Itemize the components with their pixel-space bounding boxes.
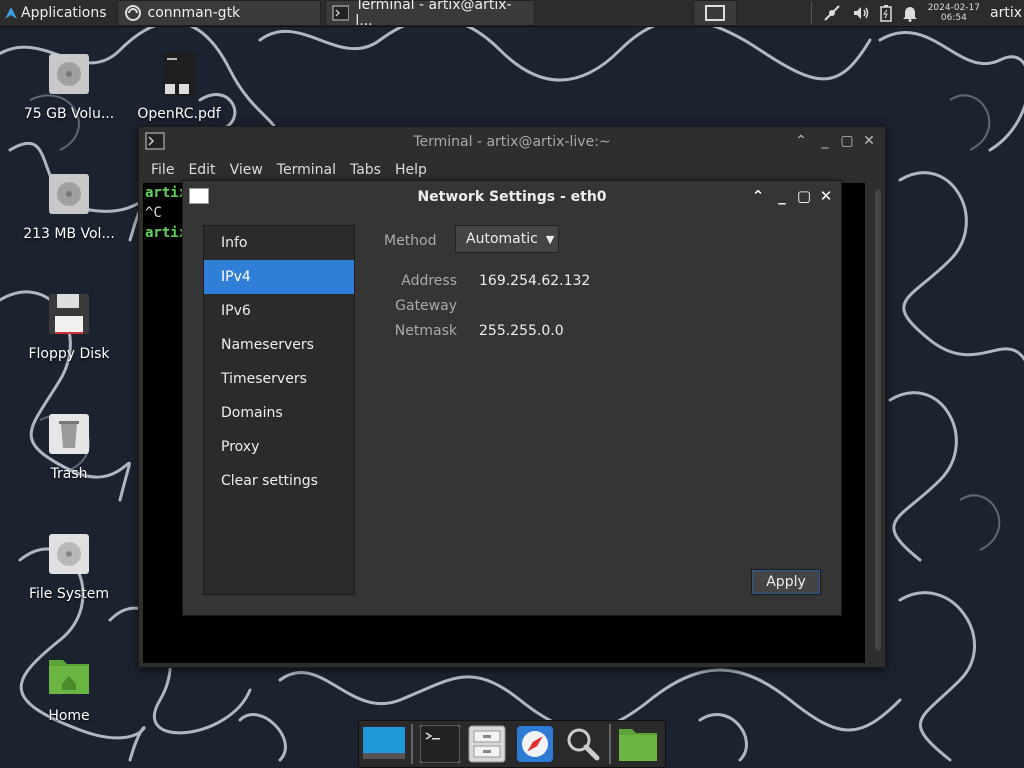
desktop-icon-label: OpenRC.pdf: [137, 106, 221, 122]
menu-edit[interactable]: Edit: [188, 162, 215, 178]
dock-separator: [609, 724, 612, 764]
minimize-button[interactable]: _: [817, 133, 833, 149]
netmask-label: Netmask: [394, 323, 457, 339]
magnifier-icon: [567, 728, 600, 761]
gateway-label: Gateway: [395, 298, 457, 314]
ipv4-panel: Method Automatic ▼ Address 169.254.62.13…: [383, 225, 823, 425]
sidebar-item-ipv6[interactable]: IPv6: [204, 294, 354, 328]
menu-terminal[interactable]: Terminal: [277, 162, 336, 178]
top-panel: Applications connman-gtk Terminal - arti…: [0, 0, 1024, 29]
notification-bell-icon[interactable]: [902, 4, 918, 22]
home-folder-icon: [49, 660, 89, 694]
taskbar-item-terminal[interactable]: Terminal - artix@artix-l...: [324, 0, 535, 29]
sidebar-item-timeservers[interactable]: Timeservers: [204, 362, 354, 396]
network-settings-dialog: Network Settings - eth0 ⌃ _ ▢ ✕ Info IPv…: [182, 180, 842, 616]
apply-button[interactable]: Apply: [751, 569, 821, 595]
sidebar-item-proxy[interactable]: Proxy: [204, 430, 354, 464]
desktop-icon-volume-75gb[interactable]: 75 GB Volu...: [14, 52, 124, 122]
method-value: Automatic: [466, 231, 538, 247]
desktop-icon-volume-213mb[interactable]: 213 MB Vol...: [14, 172, 124, 242]
terminal-icon: [419, 725, 460, 763]
desktop-icon-home[interactable]: Home: [14, 654, 124, 724]
artix-logo-icon: [5, 7, 17, 19]
menu-file[interactable]: File: [151, 162, 174, 178]
dock-search[interactable]: [562, 722, 604, 766]
desktop-icon-label: Floppy Disk: [28, 346, 110, 362]
minimize-button[interactable]: _: [773, 187, 791, 205]
dock-home-folder[interactable]: [617, 722, 659, 766]
system-tray: 2024-02-17 06:54 artix: [810, 0, 1024, 26]
roll-up-button[interactable]: ⌃: [793, 133, 809, 149]
sidebar-item-ipv4[interactable]: IPv4: [204, 260, 354, 294]
connman-icon: [124, 5, 141, 21]
terminal-title: Terminal - artix@artix-live:~: [413, 134, 611, 150]
chevron-down-icon: ▼: [545, 232, 555, 246]
close-button[interactable]: ✕: [817, 187, 835, 205]
clock-time: 06:54: [940, 13, 967, 23]
drive-icon: [49, 174, 89, 214]
terminal-scrollbar[interactable]: [875, 189, 881, 651]
desktop-icon-label: 75 GB Volu...: [23, 106, 115, 122]
desktop-icon-file-system[interactable]: File System: [14, 532, 124, 602]
dock-web-browser[interactable]: [514, 722, 556, 766]
netmask-value: 255.255.0.0: [479, 323, 564, 339]
maximize-button[interactable]: ▢: [839, 133, 855, 149]
file-cabinet-icon: [468, 725, 506, 763]
dock-separator: [411, 724, 413, 764]
drive-icon: [49, 54, 89, 94]
desktop-icon-floppy-disk[interactable]: Floppy Disk: [14, 292, 124, 362]
dialog-titlebar[interactable]: Network Settings - eth0 ⌃ _ ▢ ✕: [183, 181, 841, 213]
menu-help[interactable]: Help: [395, 162, 427, 178]
taskbar-item-label: Terminal - artix@artix-l...: [355, 0, 512, 29]
method-dropdown[interactable]: Automatic ▼: [455, 225, 559, 253]
dock-terminal[interactable]: [419, 722, 461, 766]
menu-tabs[interactable]: Tabs: [350, 162, 381, 178]
desktop-icon-label: Home: [48, 708, 90, 724]
pdf-file-icon: [163, 52, 195, 96]
sidebar-item-clear-settings[interactable]: Clear settings: [204, 464, 354, 498]
desktop-icon-label: Trash: [50, 466, 88, 482]
show-desktop-button[interactable]: [692, 0, 737, 26]
terminal-titlebar[interactable]: Terminal - artix@artix-live:~ ⌃ _ ▢ ✕: [139, 127, 885, 157]
applications-menu-button[interactable]: Applications: [0, 0, 113, 26]
address-label: Address: [401, 273, 457, 289]
floppy-icon: [49, 294, 89, 334]
trash-icon: [49, 414, 89, 454]
battery-icon[interactable]: [879, 4, 892, 22]
desktop-icon-label: 213 MB Vol...: [23, 226, 115, 242]
folder-icon: [619, 729, 658, 761]
desktop-icon-label: File System: [28, 586, 110, 602]
drive-icon: [49, 534, 89, 574]
applications-label: Applications: [21, 5, 107, 21]
window-icon: [704, 5, 725, 21]
dock: [358, 720, 666, 768]
user-menu[interactable]: artix: [990, 5, 1022, 21]
desktop-icon-trash[interactable]: Trash: [14, 412, 124, 482]
sidebar-item-info[interactable]: Info: [204, 226, 354, 260]
desktop-icon: [363, 727, 405, 759]
sidebar-item-domains[interactable]: Domains: [204, 396, 354, 430]
roll-up-button[interactable]: ⌃: [749, 187, 767, 205]
desktop-icon-openrc-pdf[interactable]: OpenRC.pdf: [124, 52, 234, 122]
dock-show-desktop[interactable]: [363, 722, 405, 766]
clock-date: 2024-02-17: [927, 3, 980, 13]
sidebar-item-nameservers[interactable]: Nameservers: [204, 328, 354, 362]
clock[interactable]: 2024-02-17 06:54: [928, 3, 980, 23]
volume-icon[interactable]: [852, 4, 870, 22]
maximize-button[interactable]: ▢: [795, 187, 813, 205]
close-button[interactable]: ✕: [861, 133, 877, 149]
dialog-title: Network Settings - eth0: [417, 189, 607, 205]
taskbar-item-connman[interactable]: connman-gtk: [116, 0, 321, 26]
address-value: 169.254.62.132: [479, 273, 591, 289]
terminal-icon: [332, 5, 349, 21]
taskbar-item-label: connman-gtk: [147, 5, 241, 21]
compass-icon: [516, 726, 553, 762]
network-wired-icon[interactable]: [822, 3, 842, 23]
menu-view[interactable]: View: [230, 162, 263, 178]
method-label: Method: [384, 233, 437, 249]
tray-separator: [810, 2, 812, 24]
settings-sidebar: Info IPv4 IPv6 Nameservers Timeservers D…: [203, 225, 355, 595]
dock-file-manager[interactable]: [467, 722, 509, 766]
